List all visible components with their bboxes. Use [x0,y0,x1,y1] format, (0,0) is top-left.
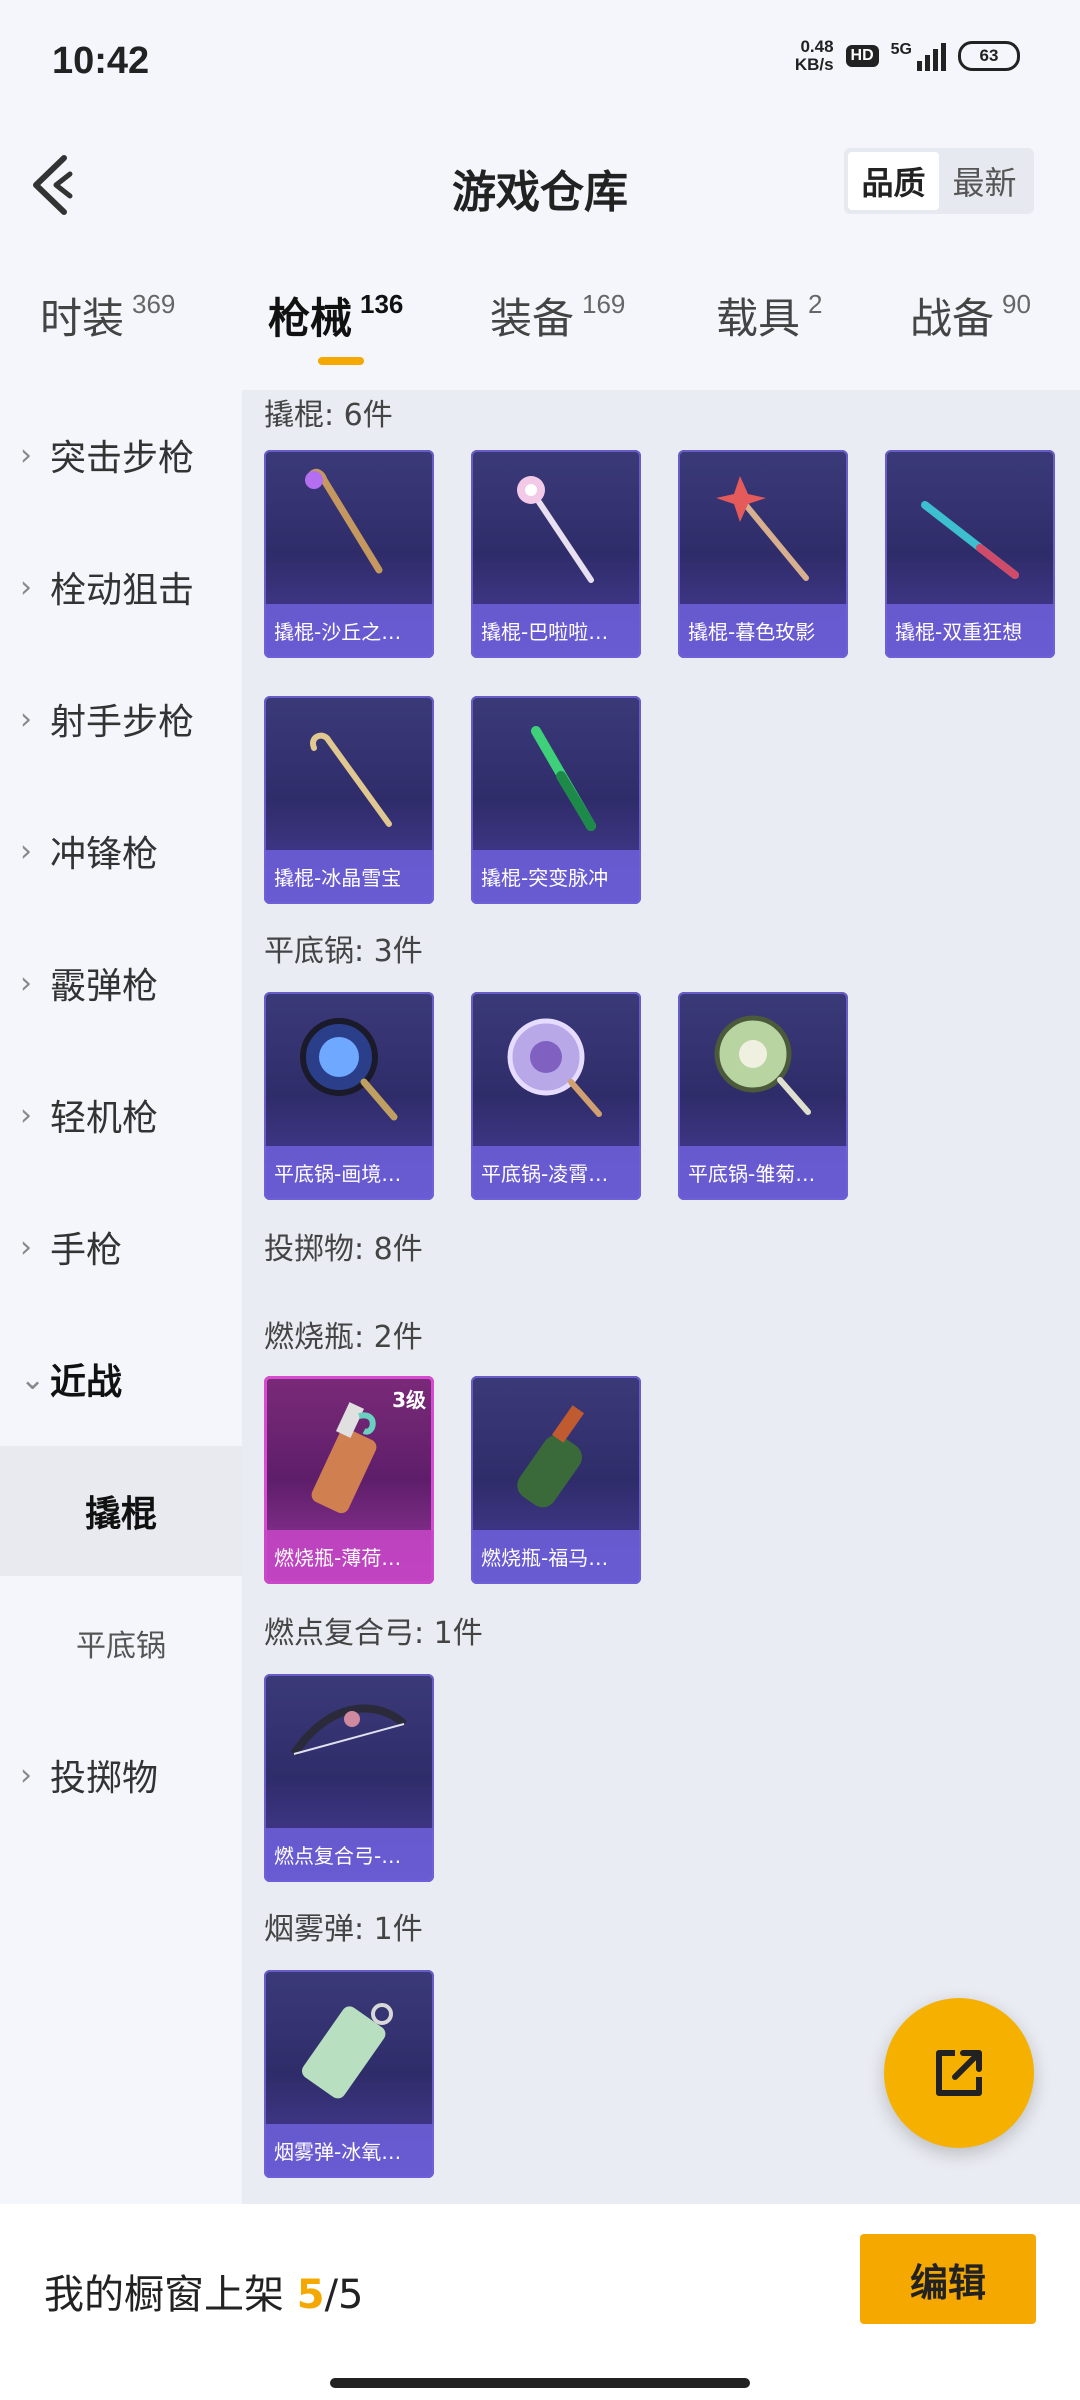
molotov-icon [517,1405,585,1508]
item-card[interactable]: 平底锅-雏菊… [678,992,848,1200]
sidebar-item-smg[interactable]: › 冲锋枪 [0,786,242,916]
item-card[interactable]: 平底锅-凌霄… [471,992,641,1200]
item-card[interactable]: 撬棍-沙丘之… [264,450,434,658]
item-card[interactable]: 燃点复合弓-… [264,1674,434,1882]
pan-icon [507,1018,602,1117]
crowbar-icon [517,476,594,583]
chevron-right-icon: › [20,833,32,869]
item-card[interactable]: 撬棍-巴啦啦… [471,450,641,658]
crowbar-icon [310,732,392,827]
chevron-right-icon: › [20,569,32,605]
sidebar-item-throwables[interactable]: › 投掷物 [0,1710,242,1840]
sidebar-item-lmg[interactable]: › 轻机枪 [0,1050,242,1180]
category-tabs: 时装 369 枪械 136 装备 169 载具 2 战备 90 [0,285,1080,390]
status-icons: 0.48 KB/s HD 5G 63 [795,38,1020,74]
chevron-right-icon: › [20,965,32,1001]
pan-icon [300,1018,398,1121]
crowbar-icon [305,468,383,574]
sidebar-item-bolt-sniper[interactable]: › 栓动狙击 [0,522,242,652]
chevron-right-icon: › [20,1097,32,1133]
section-header-crowbar: 撬棍: 6件 [264,398,393,433]
chevron-right-icon: › [20,437,32,473]
home-indicator[interactable] [330,2378,750,2388]
crowbar-icon [716,476,809,581]
sidebar-item-pistol[interactable]: › 手枪 [0,1182,242,1312]
active-tab-indicator [318,357,364,365]
item-card[interactable]: 烟雾弹-冰氧… [264,1970,434,2178]
tab-firearms[interactable]: 枪械 136 [268,285,403,365]
item-card[interactable]: 撬棍-冰晶雪宝 [264,696,434,904]
sidebar-subitem-crowbar[interactable]: 撬棍 [0,1446,242,1576]
sidebar-item-shotgun[interactable]: › 霰弹枪 [0,918,242,1048]
tab-outfits[interactable]: 时装 369 [40,285,175,346]
bow-icon [290,1704,407,1757]
section-header-pan: 平底锅: 3件 [264,934,423,969]
sort-quality-option[interactable]: 品质 [848,152,939,210]
chevron-right-icon: › [20,1757,32,1793]
sort-toggle: 品质 最新 [844,148,1034,214]
chevron-right-icon: › [20,701,32,737]
status-bar: 10:42 0.48 KB/s HD 5G 63 [0,0,1080,130]
hd-icon: HD [845,45,879,67]
level-badge: 3级 [392,1388,426,1412]
section-header-molotov: 燃烧瓶: 2件 [264,1320,423,1355]
pan-icon [714,1015,811,1115]
share-external-icon [936,2050,982,2096]
sidebar-item-marksman-rifle[interactable]: › 射手步枪 [0,654,242,784]
tab-supplies[interactable]: 战备 90 [910,285,1031,346]
item-card[interactable]: 撬棍-暮色玫影 [678,450,848,658]
item-card[interactable]: 燃烧瓶-福马… [471,1376,641,1584]
item-card[interactable]: 撬棍-突变脉冲 [471,696,641,904]
item-card[interactable]: 3级 燃烧瓶-薄荷… [264,1376,434,1584]
weapon-type-sidebar: › 突击步枪 › 栓动狙击 › 射手步枪 › 冲锋枪 › 霰弹枪 › 轻机枪 › 手枪 ⌄ 近战… [0,390,242,2204]
section-header-bow: 燃点复合弓: 1件 [264,1616,483,1651]
crowbar-icon [531,726,596,831]
share-button[interactable] [884,1998,1034,2148]
sort-latest-option[interactable]: 最新 [939,152,1030,210]
showcase-count: 我的橱窗上架 5/5 [44,2272,364,2318]
tab-equipment[interactable]: 装备 169 [490,285,625,346]
showcase-footer: 我的橱窗上架 5/5 编辑 [0,2204,1080,2400]
crowbar-icon [921,501,1019,579]
sidebar-item-assault-rifle[interactable]: › 突击步枪 [0,390,242,520]
chevron-down-icon: ⌄ [20,1361,46,1397]
item-card[interactable]: 平底锅-画境… [264,992,434,1200]
section-header-throwables: 投掷物: 8件 [264,1232,423,1267]
section-header-smoke: 烟雾弹: 1件 [264,1912,423,1947]
page-header: 游戏仓库 品质 最新 [0,130,1080,240]
edit-button[interactable]: 编辑 [860,2234,1036,2324]
sidebar-subitem-pan[interactable]: 平底锅 [0,1578,242,1708]
sidebar-item-melee[interactable]: ⌄ 近战 [0,1314,242,1444]
item-card[interactable]: 撬棍-双重狂想 [885,450,1055,658]
signal-icon: 5G [891,41,946,71]
item-grid: 撬棍: 6件 撬棍-沙丘之… 撬棍-巴啦啦… 撬棍-暮色玫影 撬棍-双重狂想 撬… [242,390,1080,2204]
status-time: 10:42 [52,40,150,82]
smoke-grenade-icon [301,2003,393,2099]
battery-icon: 63 [958,41,1020,71]
tab-vehicles[interactable]: 载具 2 [716,285,822,346]
chevron-right-icon: › [20,1229,32,1265]
net-speed: 0.48 KB/s [794,37,834,74]
